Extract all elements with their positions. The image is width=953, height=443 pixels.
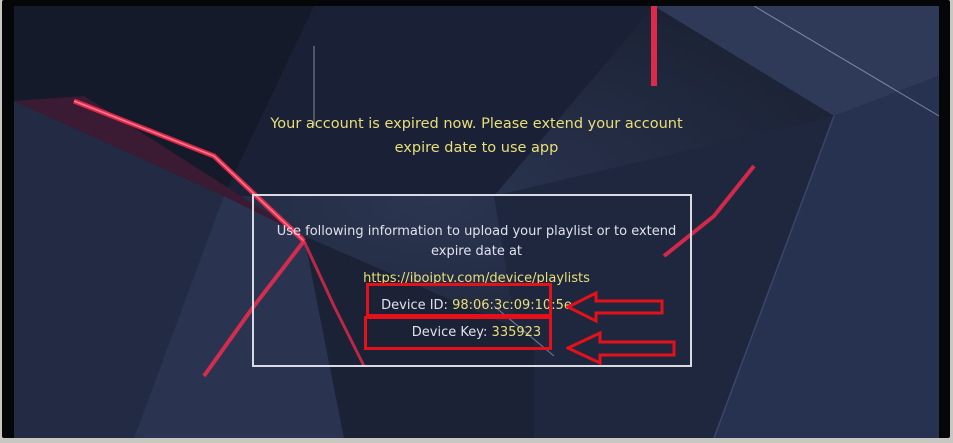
info-instruction-line1: Use following information to upload your… — [276, 224, 677, 239]
expired-message-line2: expire date to use app — [394, 140, 559, 156]
device-id-highlight — [366, 283, 552, 317]
arrow-left-icon — [566, 290, 664, 324]
arrow-left-icon — [566, 330, 676, 366]
device-key-highlight — [364, 316, 552, 350]
info-instruction-line2: expire date at — [430, 244, 523, 259]
expired-message-line1: Your account is expired now. Please exte… — [270, 116, 683, 132]
tv-screen: Your account is expired now. Please exte… — [14, 6, 939, 438]
